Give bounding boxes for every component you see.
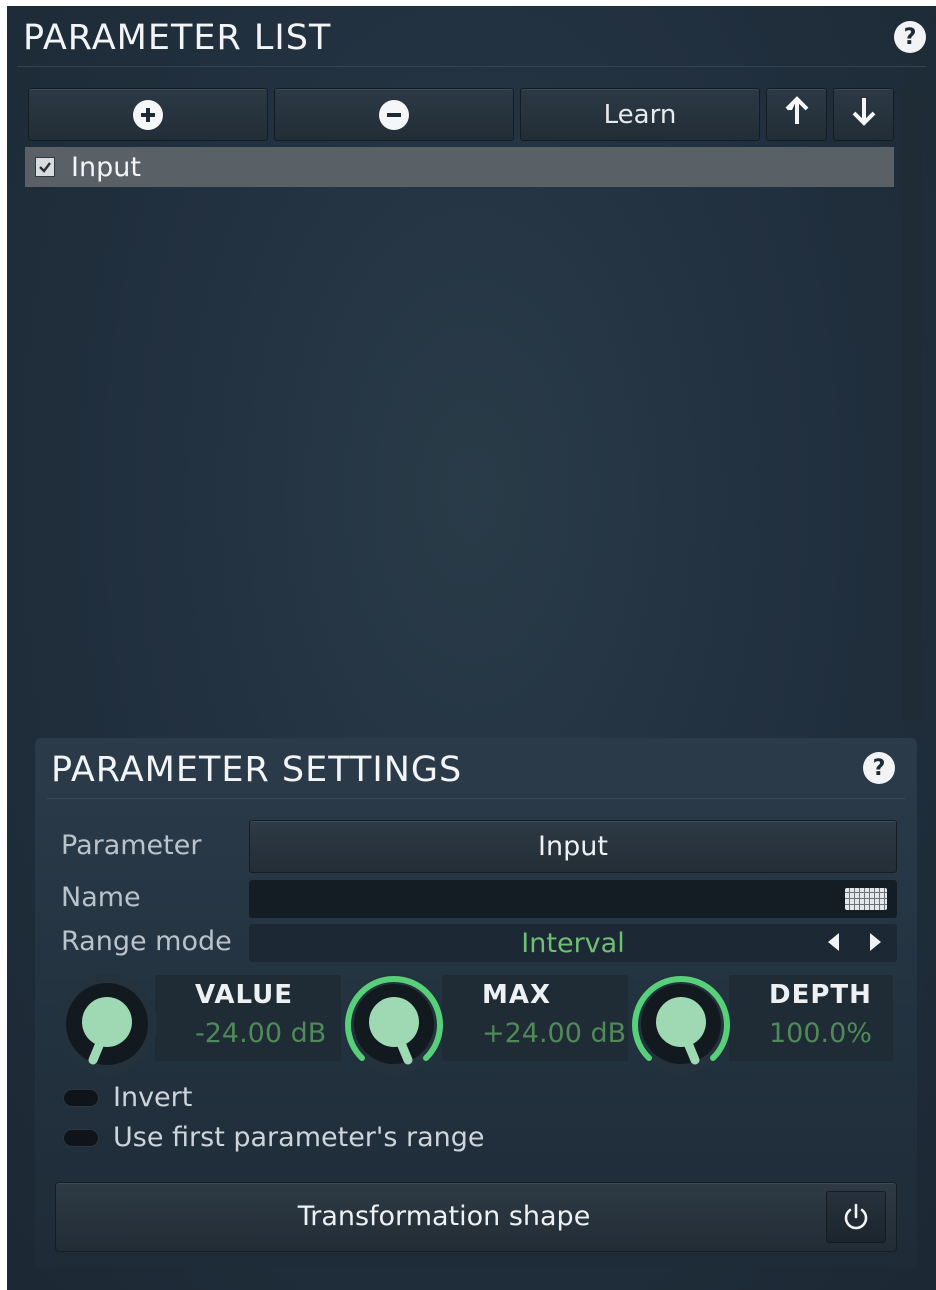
depth-knob[interactable] <box>629 972 733 1076</box>
use-first-range-label: Use first parameter's range <box>113 1122 485 1153</box>
invert-toggle[interactable] <box>63 1088 99 1107</box>
add-parameter-button[interactable] <box>28 88 268 141</box>
range-mode-label: Range mode <box>61 926 232 957</box>
page-title: PARAMETER LIST <box>23 18 332 58</box>
keyboard-icon[interactable] <box>845 888 887 910</box>
depth-knob-group: DEPTH 100.0% <box>629 972 919 1074</box>
learn-button[interactable]: Learn <box>520 88 760 141</box>
value-knob-group: VALUE -24.00 dB <box>55 972 345 1074</box>
list-item[interactable]: Input <box>25 147 894 187</box>
list-scrollbar[interactable] <box>902 90 922 720</box>
transformation-shape-button[interactable]: Transformation shape <box>55 1182 897 1252</box>
value-knob-title: VALUE <box>195 980 293 1010</box>
plus-icon <box>133 99 163 130</box>
arrow-up-icon <box>784 96 810 133</box>
max-knob-group: MAX +24.00 dB <box>342 972 632 1074</box>
remove-parameter-button[interactable] <box>274 88 514 141</box>
value-knob-value: -24.00 dB <box>195 1018 327 1049</box>
range-mode-select[interactable]: Interval <box>249 924 897 962</box>
move-down-button[interactable] <box>833 88 894 141</box>
range-mode-value: Interval <box>521 927 625 959</box>
parameter-settings-panel: PARAMETER SETTINGS ? Parameter Input Nam… <box>35 738 917 1268</box>
max-knob-title: MAX <box>482 980 552 1010</box>
parameter-label: Parameter <box>61 830 202 861</box>
use-first-range-toggle[interactable] <box>63 1128 99 1147</box>
help-icon[interactable]: ? <box>863 752 895 784</box>
depth-knob-value: 100.0% <box>769 1018 872 1049</box>
settings-title: PARAMETER SETTINGS <box>51 750 463 790</box>
arrow-left-icon[interactable] <box>828 933 839 951</box>
power-button[interactable] <box>826 1191 886 1243</box>
power-icon <box>844 1203 868 1230</box>
invert-label: Invert <box>113 1082 193 1113</box>
checkbox-icon[interactable] <box>35 157 55 177</box>
header-divider <box>17 66 926 67</box>
parameter-select[interactable]: Input <box>249 820 897 873</box>
value-knob[interactable] <box>55 972 159 1076</box>
max-knob[interactable] <box>342 972 446 1076</box>
list-item-label: Input <box>71 151 141 183</box>
move-up-button[interactable] <box>766 88 827 141</box>
arrow-right-icon[interactable] <box>870 933 881 951</box>
use-first-range-toggle-row[interactable]: Use first parameter's range <box>63 1122 485 1153</box>
settings-divider <box>47 798 905 799</box>
name-field[interactable] <box>249 880 897 918</box>
arrow-down-icon <box>851 96 877 133</box>
name-label: Name <box>61 882 141 913</box>
invert-toggle-row[interactable]: Invert <box>63 1082 192 1113</box>
max-knob-value: +24.00 dB <box>482 1018 627 1049</box>
depth-knob-title: DEPTH <box>769 980 872 1010</box>
help-icon[interactable]: ? <box>894 21 926 53</box>
transformation-shape-label: Transformation shape <box>297 1201 591 1232</box>
minus-icon <box>379 99 409 130</box>
parameter-list-window: PARAMETER LIST ? Learn Input PARAMETER S… <box>7 6 936 1290</box>
